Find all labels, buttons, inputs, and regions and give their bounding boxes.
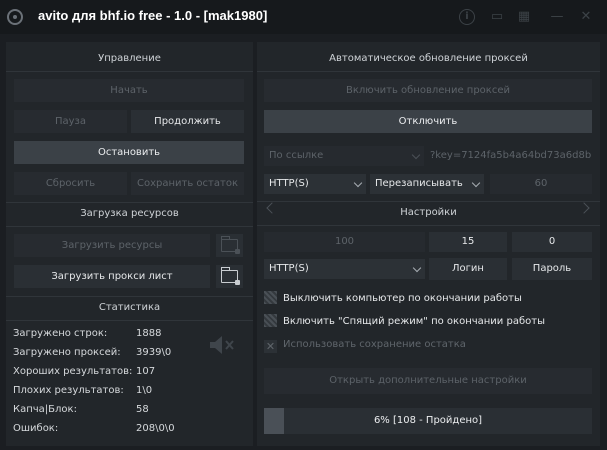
disable-proxy-update-button[interactable]: Отключить	[264, 110, 592, 133]
minimize-icon[interactable]: —	[549, 9, 565, 25]
window-title: avito для bhf.io free - 1.0 - [mak1980]	[38, 8, 268, 23]
stat-label: Загружено строк:	[13, 328, 108, 339]
save-rest-label: Использовать сохранение остатка	[283, 339, 466, 350]
shutdown-label: Выключить компьютер по окончании работы	[283, 293, 522, 304]
setting-value-b-field[interactable]: 0	[512, 232, 592, 252]
chevron-down-icon	[353, 178, 363, 188]
folder-icon	[220, 236, 240, 254]
divider	[6, 71, 253, 72]
resources-folder-button[interactable]	[216, 234, 243, 257]
stat-label: Плохих результатов:	[13, 385, 124, 396]
stat-label: Загружено проксей:	[13, 347, 121, 358]
sound-muted-icon[interactable]	[207, 334, 237, 356]
chevron-down-icon	[411, 150, 421, 160]
stat-value: 208\0\0	[136, 423, 175, 434]
progress-bar: 6% [108 - Пройдено]	[264, 408, 592, 434]
resources-header: Загрузка ресурсов	[80, 208, 179, 219]
stop-button[interactable]: Остановить	[14, 141, 244, 164]
chevron-down-icon	[412, 263, 422, 273]
stat-label: Хороших результатов:	[13, 366, 133, 377]
enable-proxy-update-button[interactable]: Включить обновление проксей	[264, 79, 592, 102]
stat-value: 1\0	[136, 385, 153, 396]
divider	[6, 320, 253, 321]
progress-text: 6% [108 - Пройдено]	[373, 415, 483, 426]
folder-icon[interactable]: ▭	[489, 9, 505, 25]
proxy-mode-value: Перезаписывать	[375, 178, 463, 189]
pause-button[interactable]: Пауза	[14, 110, 127, 133]
save-rest-checkbox-row[interactable]: ✕ Использовать сохранение остатка	[264, 337, 466, 353]
shutdown-checkbox[interactable]	[264, 291, 277, 304]
proxy-mode-select[interactable]: Перезаписывать	[370, 174, 484, 194]
login-button[interactable]: Логин	[429, 258, 507, 280]
settings-proxy-type-select[interactable]: HTTP(S)	[264, 259, 425, 279]
threads-field[interactable]: 100	[264, 232, 425, 252]
app-logo-icon	[7, 9, 23, 25]
open-more-settings-button[interactable]: Открыть дополнительные настройки	[264, 368, 592, 394]
stats-header: Статистика	[98, 302, 161, 313]
proxy-type-select[interactable]: HTTP(S)	[264, 174, 366, 194]
control-header: Управление	[98, 53, 161, 64]
settings-proxy-type-value: HTTP(S)	[269, 263, 309, 274]
setting-value-a-field[interactable]: 15	[429, 232, 507, 252]
stat-value: 3939\0	[136, 347, 172, 358]
proxy-url-field[interactable]: ?key=7124fa5b4a64bd73a6d8b	[428, 146, 592, 166]
calendar-icon[interactable]: ▦	[516, 9, 532, 25]
load-proxy-button[interactable]: Загрузить прокси лист	[14, 265, 210, 288]
sleep-checkbox[interactable]	[264, 314, 277, 327]
proxy-update-header: Автоматическое обновление проксей	[329, 53, 528, 64]
stat-label: Ошибок:	[13, 423, 59, 434]
close-icon[interactable]: ✕	[578, 9, 594, 25]
settings-header: Настройки	[400, 207, 457, 218]
continue-button[interactable]: Продолжить	[131, 110, 244, 133]
stat-value: 1888	[136, 328, 162, 339]
update-interval-field[interactable]: 60	[490, 174, 592, 194]
password-button[interactable]: Пароль	[512, 258, 592, 280]
title-bar: avito для bhf.io free - 1.0 - [mak1980] …	[0, 0, 607, 34]
stat-value: 58	[136, 404, 149, 415]
stat-label: Капча|Блок:	[13, 404, 77, 415]
divider	[257, 71, 600, 72]
stat-value: 107	[136, 366, 156, 377]
sleep-checkbox-row[interactable]: Включить "Спящий режим" по окончании раб…	[264, 314, 545, 330]
sleep-label: Включить "Спящий режим" по окончании раб…	[283, 316, 545, 327]
save-rest-button[interactable]: Сохранить остаток	[131, 172, 244, 195]
reset-button[interactable]: Сбросить	[14, 172, 127, 195]
start-button[interactable]: Начать	[14, 79, 244, 102]
chevron-down-icon	[471, 178, 481, 188]
info-icon[interactable]: i	[459, 9, 475, 25]
proxy-source-value: По ссылке	[269, 150, 324, 161]
proxy-source-select[interactable]: По ссылке	[264, 146, 424, 166]
divider	[6, 226, 253, 227]
divider	[257, 225, 600, 226]
shutdown-checkbox-row[interactable]: Выключить компьютер по окончании работы	[264, 291, 522, 307]
proxy-folder-button[interactable]	[216, 265, 243, 288]
load-resources-button[interactable]: Загрузить ресурсы	[14, 234, 210, 257]
folder-icon	[220, 267, 240, 285]
proxy-type-value: HTTP(S)	[269, 178, 309, 189]
check-icon[interactable]: ✕	[264, 340, 277, 353]
